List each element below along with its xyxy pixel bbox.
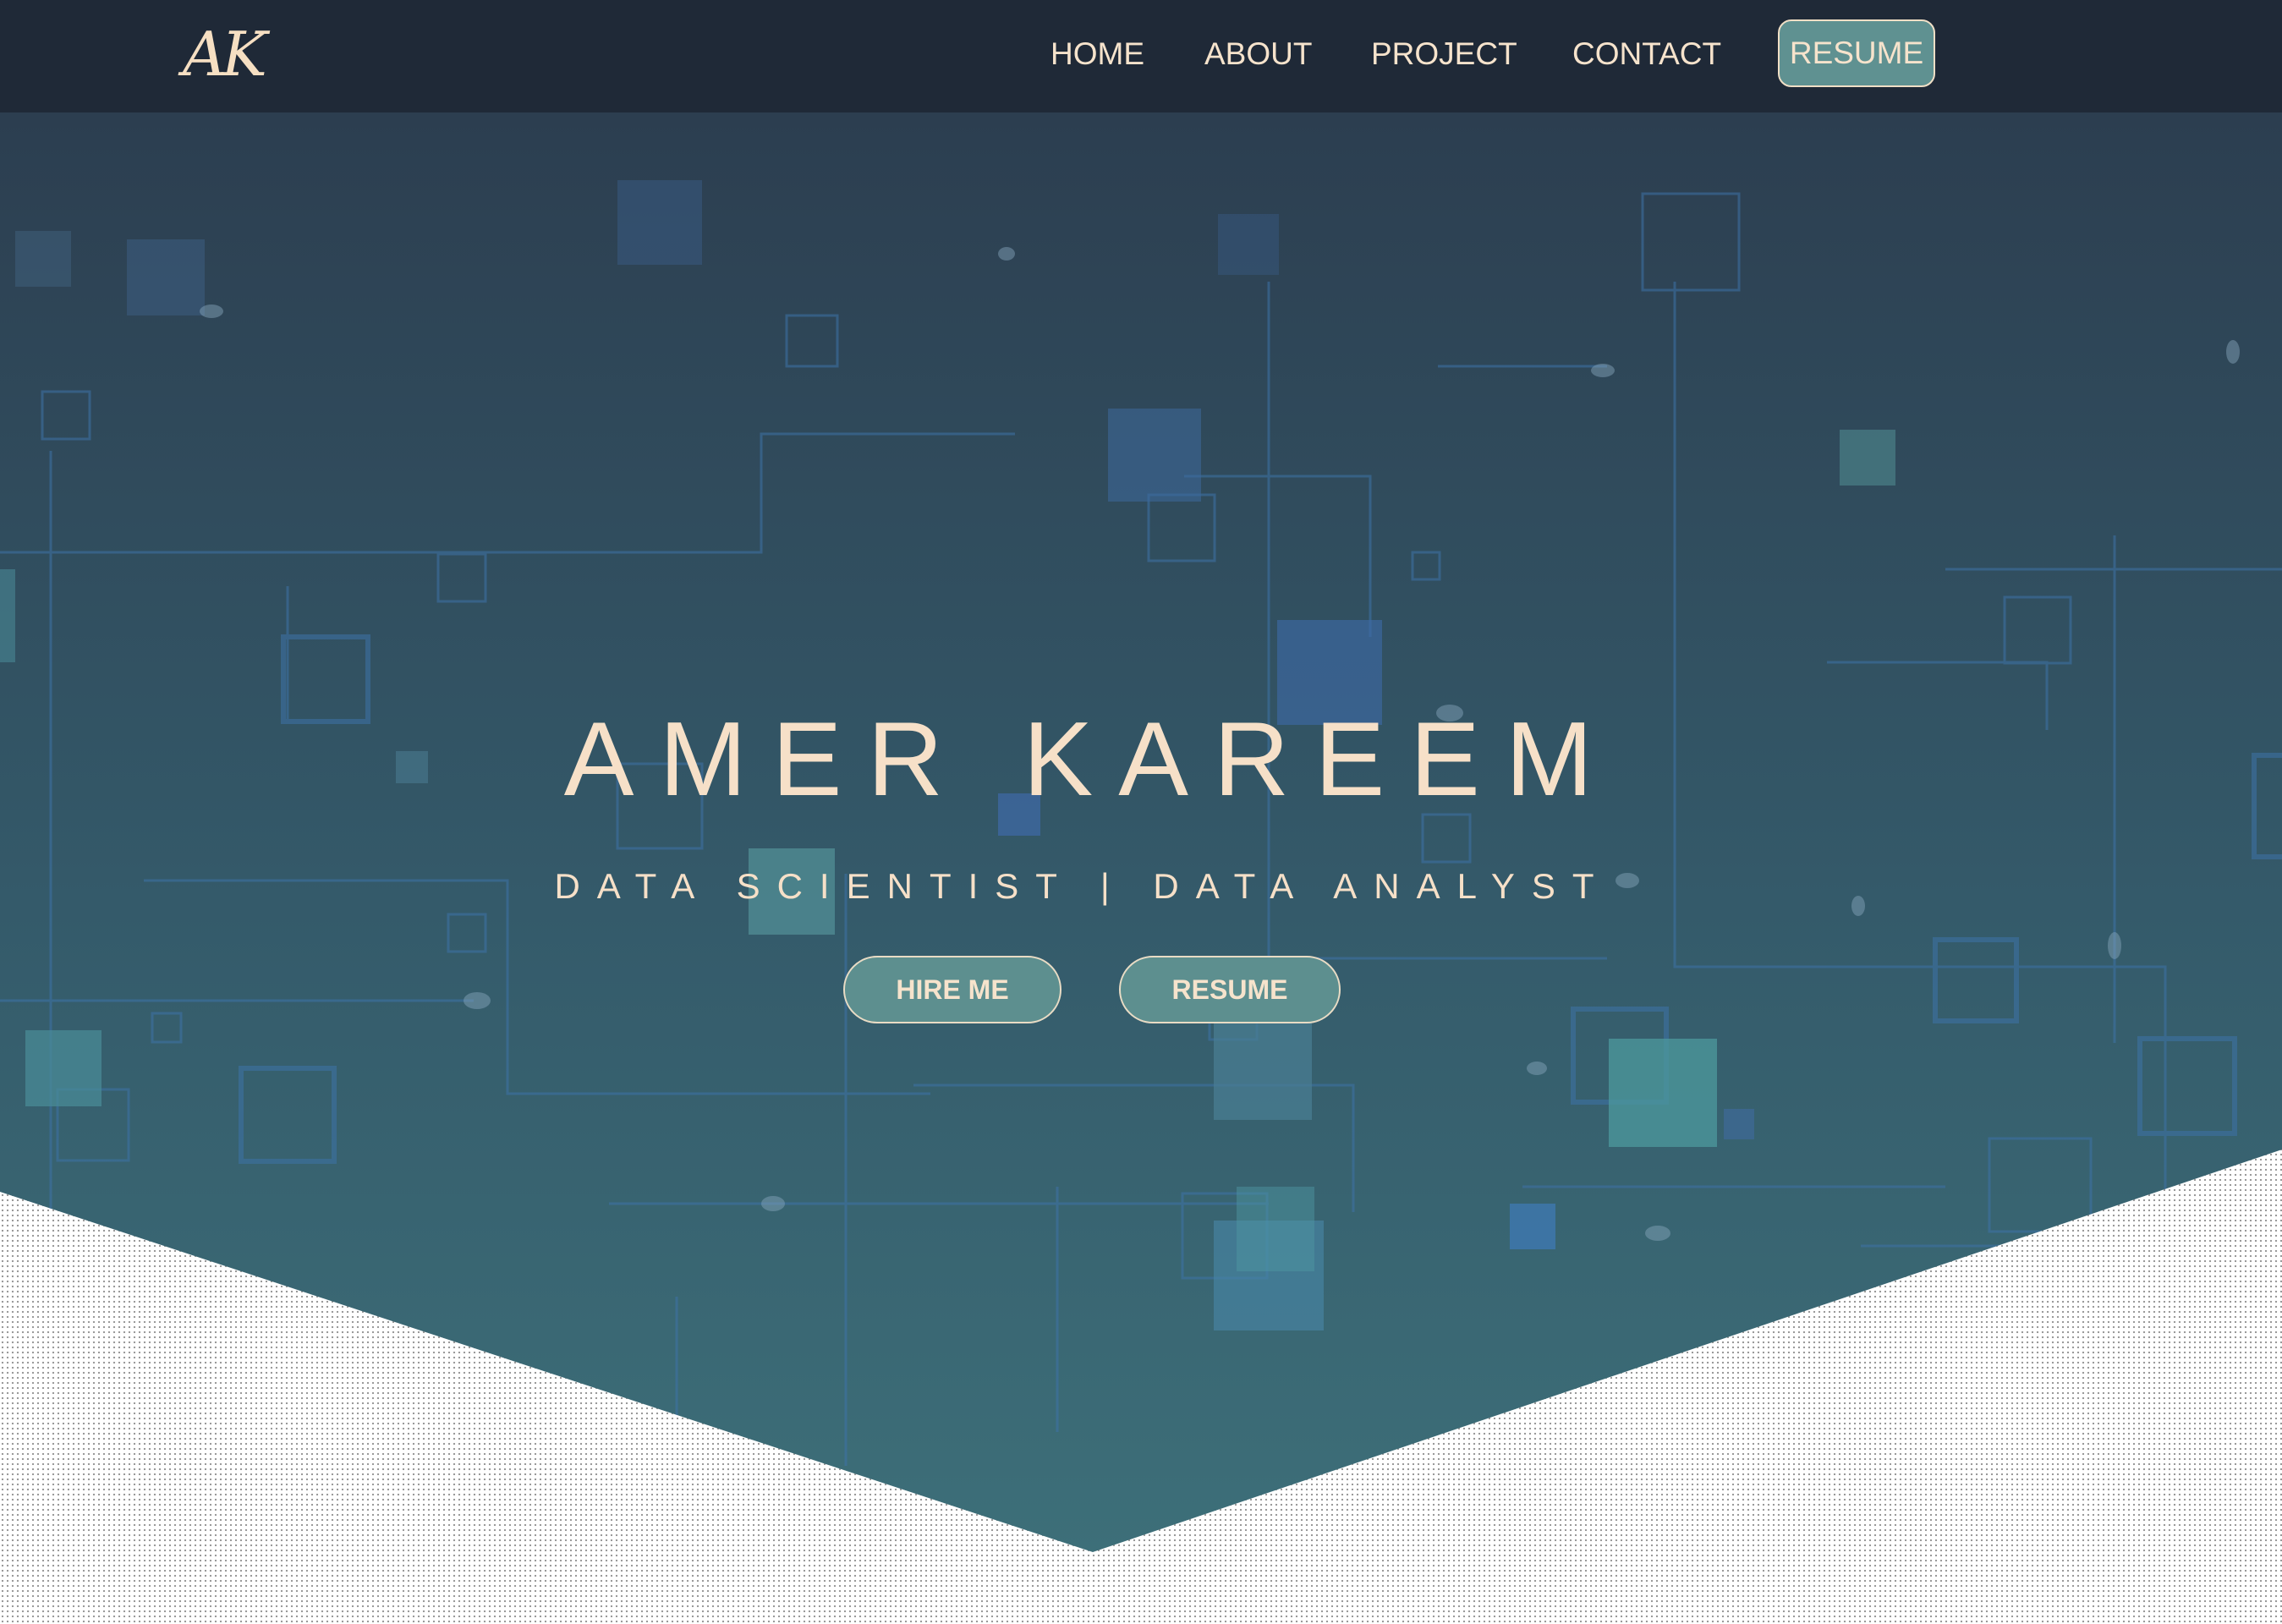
hire-me-button[interactable]: HIRE ME	[843, 956, 1061, 1023]
nav-about-link[interactable]: ABOUT	[1204, 32, 1312, 76]
nav-contact-link[interactable]: CONTACT	[1572, 32, 1721, 76]
nav-resume-button[interactable]: RESUME	[1778, 19, 1935, 87]
nav-project-link[interactable]: PROJECT	[1371, 32, 1517, 76]
circuit-background	[0, 180, 2282, 1466]
hero-section: AMER KAREEM DATA SCIENTIST | DATA ANALYS…	[0, 112, 2282, 1552]
nav-home-link[interactable]: HOME	[1050, 32, 1144, 76]
hero-subtitle: DATA SCIENTIST | DATA ANALYST	[554, 866, 1611, 906]
top-navbar: AK HOME ABOUT PROJECT CONTACT RESUME	[0, 0, 2282, 112]
hero-name: AMER KAREEM	[563, 701, 1619, 818]
site-logo[interactable]: AK	[183, 12, 301, 96]
hero-resume-button[interactable]: RESUME	[1119, 956, 1341, 1023]
